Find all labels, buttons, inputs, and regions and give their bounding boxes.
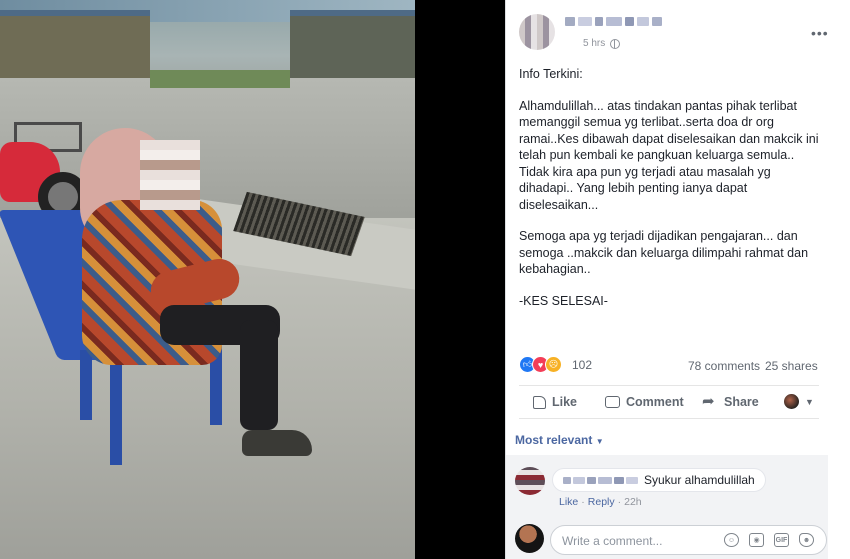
comment-placeholder: Write a comment... <box>562 534 663 548</box>
comments-section: Syukur alhamdulillah Like · Reply · 22h … <box>506 455 828 559</box>
sad-reaction-icon: ☹ <box>545 356 562 373</box>
photo-sandal <box>242 430 312 456</box>
thumbs-up-icon <box>533 395 546 409</box>
photo-grass <box>150 70 290 88</box>
photo-shophouse-left <box>0 10 150 80</box>
photo-shophouse-right <box>290 10 415 80</box>
photo-shin <box>240 320 278 430</box>
composer-icons: ☺ ◉ GIF ☻ <box>724 533 814 547</box>
comment-input[interactable]: Write a comment... ☺ ◉ GIF ☻ <box>550 525 827 555</box>
comment-reply-link[interactable]: Reply <box>588 496 615 508</box>
comment-button[interactable]: Comment <box>605 395 684 409</box>
reaction-icons[interactable]: 👍︎ ♥ ☹ <box>519 356 562 373</box>
share-arrow-icon <box>702 392 718 410</box>
post-paragraph: Semoga apa yg terjadi dijadikan pengajar… <box>519 229 812 276</box>
post-action-bar: Like Comment Share ▼ <box>519 385 819 419</box>
like-label: Like <box>552 395 578 409</box>
camera-icon[interactable]: ◉ <box>749 533 764 547</box>
comment-like-link[interactable]: Like <box>559 496 578 508</box>
post-paragraph: Alhamdulillah... atas tindakan pantas pi… <box>519 98 822 212</box>
comment-meta: Like · Reply · 22h <box>559 496 642 508</box>
identity-avatar <box>784 394 799 409</box>
like-button[interactable]: Like <box>533 395 577 409</box>
post-timestamp[interactable]: 5 hrs <box>583 38 621 49</box>
comment-bubble-icon <box>605 396 620 408</box>
post-time[interactable]: 5 hrs <box>583 38 605 49</box>
post-paragraph: -KES SELESAI- <box>519 293 608 308</box>
photo-chair-leg <box>110 355 122 465</box>
commenter-avatar[interactable] <box>515 467 545 495</box>
share-label: Share <box>724 395 759 409</box>
comment-sort-dropdown[interactable]: Most relevant ▼ <box>515 433 604 447</box>
post-paragraph: Info Terkini: <box>519 67 583 81</box>
photo-image <box>0 0 415 559</box>
comment-label: Comment <box>626 395 684 409</box>
caret-down-icon: ▼ <box>595 437 604 446</box>
reactions-row: 👍︎ ♥ ☹ 102 78 comments 25 shares <box>519 355 819 375</box>
post-photo[interactable] <box>0 0 505 559</box>
poster-avatar[interactable] <box>519 14 555 50</box>
photo-blurred-face <box>140 140 200 210</box>
comment-time[interactable]: 22h <box>624 496 642 508</box>
sort-label: Most relevant <box>515 433 593 447</box>
comment-text: Syukur alhamdulillah <box>644 473 755 487</box>
reaction-identity-selector[interactable]: ▼ <box>784 394 814 409</box>
post-panel: 5 hrs ••• Info Terkini: Alhamdulillah...… <box>505 0 828 559</box>
shares-count[interactable]: 25 shares <box>765 359 818 373</box>
emoji-icon[interactable]: ☺ <box>724 533 739 547</box>
comment-bubble: Syukur alhamdulillah <box>552 468 766 492</box>
gif-icon[interactable]: GIF <box>774 533 789 547</box>
more-options-icon[interactable]: ••• <box>811 26 829 40</box>
comments-count[interactable]: 78 comments <box>688 359 760 373</box>
photo-chair-leg <box>80 350 92 420</box>
caret-down-icon: ▼ <box>805 396 814 407</box>
reaction-count[interactable]: 102 <box>572 358 592 372</box>
current-user-avatar[interactable] <box>515 524 544 553</box>
post-text: Info Terkini: Alhamdulillah... atas tind… <box>519 66 821 324</box>
post-header: 5 hrs ••• <box>519 14 828 54</box>
comment-composer: Write a comment... ☺ ◉ GIF ☻ <box>506 518 828 559</box>
sticker-icon[interactable]: ☻ <box>799 533 814 547</box>
poster-name-redacted[interactable] <box>565 17 662 29</box>
share-button[interactable]: Share <box>702 392 759 410</box>
commenter-name-redacted[interactable] <box>563 477 638 484</box>
globe-icon <box>610 38 621 49</box>
